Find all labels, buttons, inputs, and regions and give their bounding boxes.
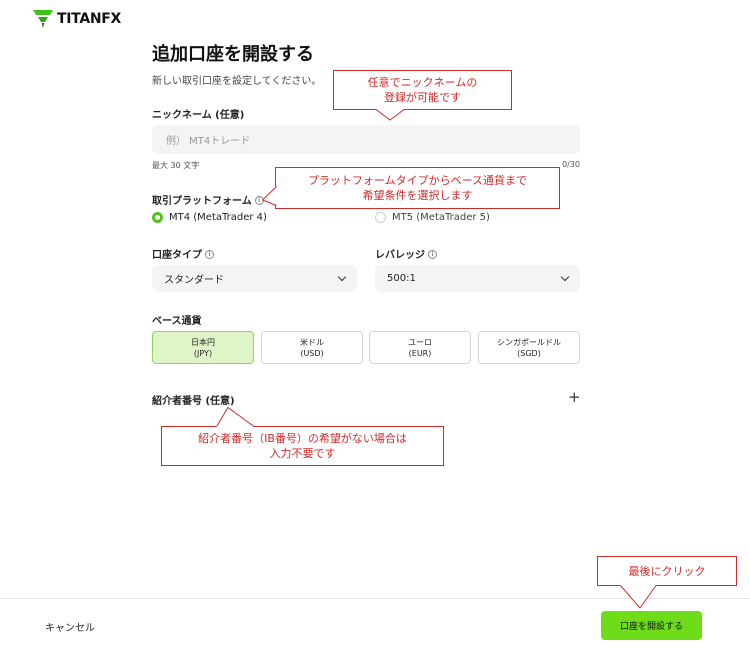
currency-option-jpy[interactable]: 日本円 (JPY) (152, 331, 254, 364)
radio-unselected-icon[interactable] (375, 212, 386, 223)
currency-code: (EUR) (408, 348, 432, 358)
platform-label-text: 取引プラットフォーム (152, 196, 252, 207)
account-type-select[interactable]: スタンダード (152, 265, 357, 292)
page-title: 追加口座を開設する (152, 44, 314, 65)
currency-name: 米ドル (300, 337, 324, 347)
currency-name: ユーロ (408, 337, 432, 347)
leverage-label: レバレッジ i (375, 246, 437, 261)
platform-option-mt4[interactable]: MT4 (MetaTrader 4) (152, 212, 267, 223)
plus-icon[interactable]: + (568, 388, 581, 406)
annotation-pointer (262, 186, 277, 206)
titanfx-logo-icon (33, 10, 53, 28)
annotation-line: プラットフォームタイプからベース通貨まで (307, 174, 528, 187)
annotation-pointer (216, 407, 255, 427)
referral-label[interactable]: 紹介者番号 (任意) (152, 392, 235, 407)
info-icon[interactable]: i (205, 249, 214, 259)
currency-code: (USD) (300, 348, 324, 358)
account-type-label: 口座タイプ i (152, 246, 214, 261)
account-type-value: スタンダード (164, 275, 224, 286)
radio-selected-icon[interactable] (152, 212, 163, 223)
open-account-button[interactable]: 口座を開設する (601, 611, 702, 640)
annotation-line: 任意でニックネームの (367, 76, 478, 89)
nickname-label: ニックネーム (任意) (152, 110, 245, 121)
annotation-line: 登録が可能です (384, 91, 461, 104)
info-icon[interactable]: i (428, 249, 437, 259)
leverage-value: 500:1 (387, 273, 416, 284)
annotation-line: 紹介者番号（IB番号）の希望がない場合は (198, 432, 407, 445)
page-subtitle: 新しい取引口座を設定してください。 (152, 76, 322, 87)
nickname-hint: 最大 30 文字 (152, 161, 200, 170)
platform-option-mt5[interactable]: MT5 (MetaTrader 5) (375, 212, 490, 223)
chevron-down-icon (560, 272, 570, 281)
annotation-submit: 最後にクリック (597, 556, 737, 586)
nickname-input[interactable]: 例） MT4トレード (152, 125, 580, 154)
annotation-line: 希望条件を選択します (362, 189, 473, 202)
currency-option-usd[interactable]: 米ドル (USD) (261, 331, 363, 364)
annotation-line: 最後にクリック (628, 564, 706, 578)
annotation-referral: 紹介者番号（IB番号）の希望がない場合は 入力不要です (161, 426, 444, 466)
nickname-placeholder: 例） MT4トレード (166, 136, 251, 147)
cancel-button[interactable]: キャンセル (45, 619, 95, 634)
leverage-label-text: レバレッジ (375, 250, 425, 261)
chevron-down-icon (337, 272, 347, 281)
annotation-platform: プラットフォームタイプからベース通貨まで 希望条件を選択します (275, 167, 560, 209)
annotation-nickname: 任意でニックネームの 登録が可能です (333, 70, 512, 110)
currency-option-sgd[interactable]: シンガポールドル (SGD) (478, 331, 580, 364)
account-type-label-text: 口座タイプ (152, 250, 202, 261)
nickname-counter: 0/30 (562, 160, 580, 169)
currency-code: (JPY) (193, 348, 213, 358)
base-currency-label: ベース通貨 (152, 316, 202, 327)
platform-label: 取引プラットフォーム i (152, 192, 264, 207)
currency-code: (SGD) (517, 348, 541, 358)
annotation-pointer (375, 109, 405, 121)
currency-option-eur[interactable]: ユーロ (EUR) (369, 331, 471, 364)
currency-name: 日本円 (191, 337, 215, 347)
leverage-select[interactable]: 500:1 (375, 265, 580, 292)
logo-text: TITANFX (57, 11, 122, 27)
platform-option-label: MT5 (MetaTrader 5) (392, 212, 490, 223)
platform-option-label: MT4 (MetaTrader 4) (169, 212, 267, 223)
titanfx-logo: TITANFX (33, 10, 121, 28)
annotation-pointer (620, 585, 657, 609)
currency-name: シンガポールドル (497, 337, 561, 347)
annotation-line: 入力不要です (269, 447, 336, 460)
